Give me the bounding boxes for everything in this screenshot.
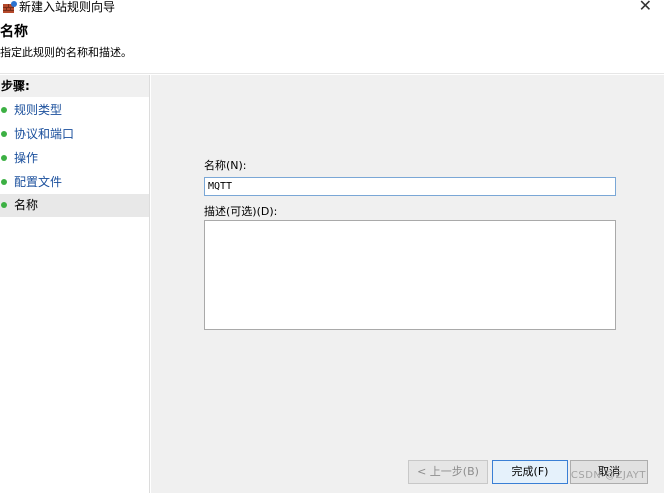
page-title: 名称 — [0, 24, 28, 40]
step-complete-dot-icon — [1, 131, 7, 137]
wizard-content: 名称(N): 描述(可选)(D): < 上一步(B) 完成(F) 取消 — [151, 75, 664, 493]
steps-heading: 步骤: — [0, 75, 149, 97]
description-field-label: 描述(可选)(D): — [204, 205, 278, 218]
sidebar-item-label: 操作 — [14, 151, 39, 165]
finish-button[interactable]: 完成(F) — [492, 460, 568, 484]
sidebar-item-profile[interactable]: 配置文件 — [0, 171, 149, 194]
sidebar-item-name[interactable]: 名称 — [0, 194, 149, 217]
wizard-header: 名称 指定此规则的名称和描述。 — [0, 16, 664, 74]
sidebar-item-label: 名称 — [14, 198, 39, 212]
firewall-icon — [3, 1, 17, 13]
name-field-label: 名称(N): — [204, 159, 247, 172]
step-complete-dot-icon — [1, 179, 7, 185]
description-field[interactable] — [204, 220, 616, 330]
sidebar-item-label: 配置文件 — [14, 175, 63, 189]
name-field[interactable] — [204, 177, 616, 196]
back-button[interactable]: < 上一步(B) — [408, 460, 488, 484]
step-complete-dot-icon — [1, 155, 7, 161]
sidebar-item-rule-type[interactable]: 规则类型 — [0, 99, 149, 122]
step-complete-dot-icon — [1, 107, 7, 113]
close-icon[interactable]: ✕ — [639, 0, 652, 14]
steps-sidebar: 步骤: 规则类型 协议和端口 操作 配置文件 名称 — [0, 75, 150, 493]
sidebar-item-action[interactable]: 操作 — [0, 147, 149, 170]
window-title: 新建入站规则向导 — [19, 0, 116, 14]
title-bar: 新建入站规则向导 ✕ — [0, 0, 664, 16]
sidebar-item-label: 协议和端口 — [14, 127, 75, 141]
page-description: 指定此规则的名称和描述。 — [0, 46, 132, 59]
step-current-dot-icon — [1, 202, 7, 208]
sidebar-item-protocol-port[interactable]: 协议和端口 — [0, 123, 149, 146]
watermark: CSDN @ZJAYT — [570, 470, 646, 481]
sidebar-item-label: 规则类型 — [14, 103, 63, 117]
